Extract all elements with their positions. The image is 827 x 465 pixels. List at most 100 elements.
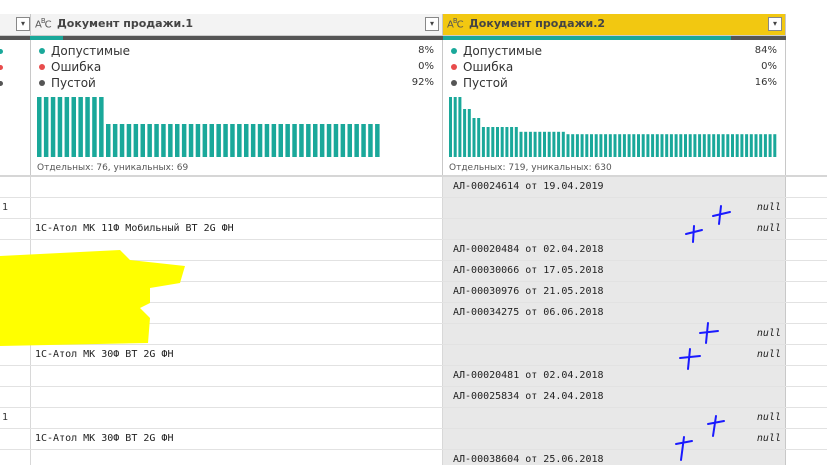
distribution-bar[interactable] [50, 97, 56, 157]
distribution-bar[interactable] [726, 134, 730, 157]
distribution-bar[interactable] [257, 124, 263, 157]
distribution-bar[interactable] [557, 131, 561, 157]
distribution-bar[interactable] [292, 124, 297, 157]
distribution-bar[interactable] [763, 134, 767, 157]
distribution-bar[interactable] [622, 134, 626, 157]
cell-document-sale-2[interactable]: АЛ-00034275 от 06.06.2018 [443, 303, 786, 323]
distribution-bar[interactable] [37, 97, 42, 157]
cell-document-sale-1[interactable]: 1С-Атол МК 11Ф Мобильный ВТ 2G ФН [30, 219, 443, 239]
distribution-bar[interactable] [519, 131, 523, 157]
distribution-bar[interactable] [361, 124, 366, 157]
distribution-bar[interactable] [481, 127, 485, 157]
cell-document-sale-1[interactable] [30, 450, 443, 465]
distribution-bar[interactable] [712, 134, 716, 157]
distribution-bar[interactable] [575, 134, 579, 157]
distribution-bar[interactable] [223, 124, 228, 157]
column-header-document-sale-1[interactable]: ABC Документ продажи.1 ▾ [30, 14, 443, 36]
distribution-bar[interactable] [669, 134, 673, 157]
distribution-bar[interactable] [472, 118, 476, 157]
distribution-bar[interactable] [64, 97, 70, 157]
column-header-stub[interactable]: ▾ [0, 14, 30, 36]
distribution-bar[interactable] [632, 134, 636, 157]
distribution-bar[interactable] [126, 124, 132, 157]
distribution-bar[interactable] [688, 134, 692, 157]
cell-stub[interactable]: 1 [0, 198, 30, 218]
distribution-bar[interactable] [140, 124, 146, 157]
distribution-bar[interactable] [735, 134, 739, 157]
cell-stub[interactable] [0, 387, 30, 407]
chevron-down-icon[interactable]: ▾ [16, 17, 30, 31]
distribution-bar[interactable] [707, 134, 711, 157]
distribution-bar[interactable] [209, 124, 215, 157]
distribution-bar[interactable] [684, 134, 687, 157]
distribution-bar[interactable] [486, 127, 490, 157]
cell-document-sale-1[interactable]: 1С-Атол МК 30Ф ВТ 2G ФН [30, 429, 443, 449]
distribution-bar[interactable] [514, 127, 518, 157]
cell-document-sale-1[interactable] [30, 198, 443, 218]
distribution-bar[interactable] [250, 124, 256, 157]
cell-document-sale-1[interactable] [30, 177, 443, 197]
distribution-bar[interactable] [92, 97, 97, 157]
distribution-bar[interactable] [731, 134, 734, 157]
distribution-bar[interactable] [453, 97, 457, 157]
distribution-bar[interactable] [754, 134, 758, 157]
cell-document-sale-2[interactable]: АЛ-00038604 от 25.06.2018 [443, 450, 786, 465]
cell-document-sale-2[interactable]: АЛ-00020481 от 02.04.2018 [443, 366, 786, 386]
cell-document-sale-2[interactable]: null [443, 345, 786, 365]
distribution-bar[interactable] [660, 134, 664, 157]
distribution-bar[interactable] [496, 127, 499, 157]
distribution-bar[interactable] [85, 97, 90, 157]
distribution-bar[interactable] [43, 97, 49, 157]
distribution-bar[interactable] [244, 124, 249, 157]
distribution-bar[interactable] [698, 134, 702, 157]
distribution-bar[interactable] [202, 124, 208, 157]
distribution-bar[interactable] [278, 124, 284, 157]
column-header-document-sale-2[interactable]: ABC Документ продажи.2 ▾ [443, 14, 786, 36]
cell-stub[interactable] [0, 366, 30, 386]
distribution-bar[interactable] [500, 127, 504, 157]
distribution-bar[interactable] [590, 134, 593, 157]
distribution-bar[interactable] [230, 124, 235, 157]
distribution-bar[interactable] [580, 134, 584, 157]
distribution-bar[interactable] [340, 124, 346, 157]
distribution-bar[interactable] [154, 124, 159, 157]
distribution-bar[interactable] [533, 131, 537, 157]
distribution-bar[interactable] [613, 134, 617, 157]
distribution-bar[interactable] [313, 124, 318, 157]
distribution-bar[interactable] [106, 124, 111, 157]
text-type-icon[interactable]: ABC [447, 17, 464, 30]
distribution-bar[interactable] [702, 134, 706, 157]
distribution-bar[interactable] [745, 134, 749, 157]
distribution-bar[interactable] [599, 134, 603, 157]
distribution-bar[interactable] [773, 134, 777, 157]
value-distribution-chart[interactable] [449, 97, 777, 157]
distribution-bar[interactable] [608, 134, 612, 157]
cell-document-sale-1[interactable]: 1С-Атол МК 30Ф ВТ 2G ФН [30, 345, 443, 365]
distribution-bar[interactable] [538, 131, 542, 157]
distribution-bar[interactable] [195, 124, 201, 157]
distribution-bar[interactable] [524, 131, 528, 157]
distribution-bar[interactable] [627, 134, 631, 157]
distribution-bar[interactable] [168, 124, 173, 157]
distribution-bar[interactable] [319, 124, 325, 157]
distribution-bar[interactable] [571, 134, 575, 157]
distribution-bar[interactable] [547, 131, 551, 157]
distribution-bar[interactable] [112, 124, 118, 157]
distribution-bar[interactable] [646, 134, 650, 157]
distribution-bar[interactable] [333, 124, 339, 157]
distribution-bar[interactable] [510, 127, 514, 157]
distribution-bar[interactable] [655, 134, 659, 157]
distribution-bar[interactable] [477, 118, 481, 157]
distribution-bar[interactable] [188, 124, 194, 157]
distribution-bar[interactable] [347, 124, 353, 157]
distribution-bar[interactable] [641, 134, 645, 157]
distribution-bar[interactable] [119, 124, 125, 157]
cell-stub[interactable]: 1 [0, 408, 30, 428]
distribution-bar[interactable] [368, 124, 373, 157]
distribution-bar[interactable] [161, 124, 166, 157]
distribution-bar[interactable] [175, 124, 180, 157]
distribution-bar[interactable] [463, 109, 467, 157]
distribution-bar[interactable] [768, 134, 772, 157]
cell-document-sale-2[interactable]: АЛ-00030976 от 21.05.2018 [443, 282, 786, 302]
cell-document-sale-2[interactable]: null [443, 324, 786, 344]
